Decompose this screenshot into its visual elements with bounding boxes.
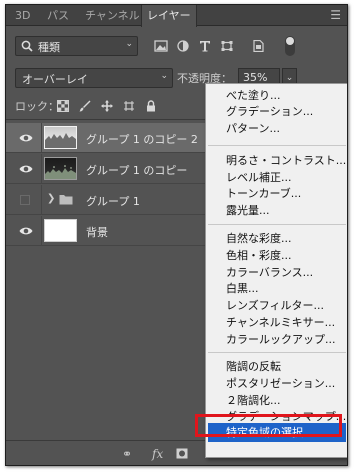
row-separator — [41, 154, 42, 184]
menu-item-brightness-contrast[interactable]: 明るさ・コントラスト... — [226, 153, 346, 168]
menu-item-invert[interactable]: 階調の反転 — [226, 359, 281, 374]
menu-item-pattern[interactable]: パターン... — [226, 121, 280, 136]
lock-all-icon[interactable] — [145, 100, 157, 112]
menu-item-threshold[interactable]: ２階調化... — [226, 393, 281, 408]
layer-name[interactable]: 背景 — [86, 224, 108, 240]
panel-tab-bar: 3D パス チャンネル レイヤー ☰ — [6, 5, 347, 27]
menu-item-solid-color[interactable]: べた塗り... — [226, 88, 281, 103]
type-layer-filter-icon[interactable] — [198, 40, 212, 52]
lock-transparent-pixels-icon[interactable] — [57, 100, 69, 112]
menu-item-gradient[interactable]: グラデーション... — [226, 104, 313, 119]
eye-icon[interactable] — [19, 164, 33, 174]
layer-thumbnail — [44, 157, 77, 180]
eye-icon[interactable] — [19, 226, 33, 236]
blend-mode-select[interactable]: オーバーレイ ⌄ — [15, 68, 173, 88]
lock-artboard-icon[interactable] — [123, 100, 135, 112]
layer-name[interactable]: グループ 1 のコピー 2 — [86, 131, 198, 147]
adjustment-layer-filter-icon[interactable] — [176, 40, 190, 52]
layer-filter-select[interactable]: 種類 ⌄ — [15, 36, 138, 56]
layer-thumbnail — [44, 126, 77, 149]
fx-button[interactable]: fx — [152, 447, 163, 461]
tab-layers[interactable]: レイヤー — [141, 5, 197, 27]
panel-menu-icon[interactable]: ☰ — [330, 9, 341, 21]
menu-item-color-balance[interactable]: カラーバランス... — [226, 265, 313, 280]
menu-item-hue-saturation[interactable]: 色相・彩度... — [226, 248, 292, 263]
menu-item-curves[interactable]: トーンカーブ... — [226, 186, 301, 201]
thumbnail-image — [45, 133, 76, 148]
menu-item-posterize[interactable]: ポスタリゼーション... — [226, 376, 335, 391]
row-separator — [41, 216, 42, 246]
filter-kind-label: 種類 — [38, 41, 60, 54]
lock-image-pixels-brush-icon[interactable] — [79, 100, 91, 112]
thumbnail-image — [45, 165, 76, 179]
menu-item-vibrance[interactable]: 自然な彩度... — [226, 231, 292, 246]
menu-separator — [208, 224, 346, 225]
menu-item-levels[interactable]: レベル補正... — [226, 170, 292, 185]
menu-item-exposure[interactable]: 露光量... — [226, 203, 270, 218]
chevron-right-icon[interactable]: ❯ — [47, 193, 55, 204]
add-mask-icon[interactable] — [176, 448, 188, 459]
chevron-down-icon: ⌄ — [160, 71, 168, 81]
eye-icon[interactable] — [19, 133, 33, 143]
layers-panel: 3D パス チャンネル レイヤー ☰ 種類 ⌄ オーバーレイ ⌄ 不透明度： 3… — [5, 4, 348, 466]
layer-thumbnail — [44, 219, 77, 242]
menu-item-channel-mixer[interactable]: チャンネルミキサー... — [226, 315, 335, 330]
chevron-down-icon: ⌄ — [125, 39, 133, 49]
red-annotation-box — [195, 414, 342, 437]
row-separator — [41, 185, 42, 215]
menu-separator — [208, 145, 346, 146]
menu-item-black-white[interactable]: 白黒... — [226, 281, 259, 296]
tab-3d[interactable]: 3D — [10, 5, 35, 26]
link-layers-icon[interactable]: ⚭ — [122, 447, 132, 461]
visibility-off-box[interactable] — [20, 195, 30, 205]
pixel-layer-filter-icon[interactable] — [154, 40, 168, 52]
lock-position-move-icon[interactable] — [101, 100, 113, 112]
shape-layer-filter-icon[interactable] — [220, 40, 234, 52]
search-icon — [21, 40, 33, 52]
menu-item-photo-filter[interactable]: レンズフィルター... — [226, 298, 324, 313]
folder-icon — [59, 195, 73, 205]
smart-object-filter-icon[interactable] — [251, 40, 265, 52]
menu-item-color-lookup[interactable]: カラールックアップ... — [226, 332, 336, 347]
row-separator — [41, 123, 42, 153]
filter-toggle-switch[interactable] — [285, 36, 295, 56]
tab-channels[interactable]: チャンネル — [80, 5, 145, 26]
menu-separator — [208, 352, 346, 353]
layer-name[interactable]: グループ 1 — [86, 193, 140, 209]
tab-paths[interactable]: パス — [42, 5, 74, 26]
adjustment-layer-menu: べた塗り... グラデーション... パターン... 明るさ・コントラスト...… — [205, 83, 347, 458]
lock-label: ロック： — [15, 100, 59, 113]
layer-name[interactable]: グループ 1 のコピー — [86, 162, 187, 178]
blend-mode-value: オーバーレイ — [22, 73, 88, 86]
